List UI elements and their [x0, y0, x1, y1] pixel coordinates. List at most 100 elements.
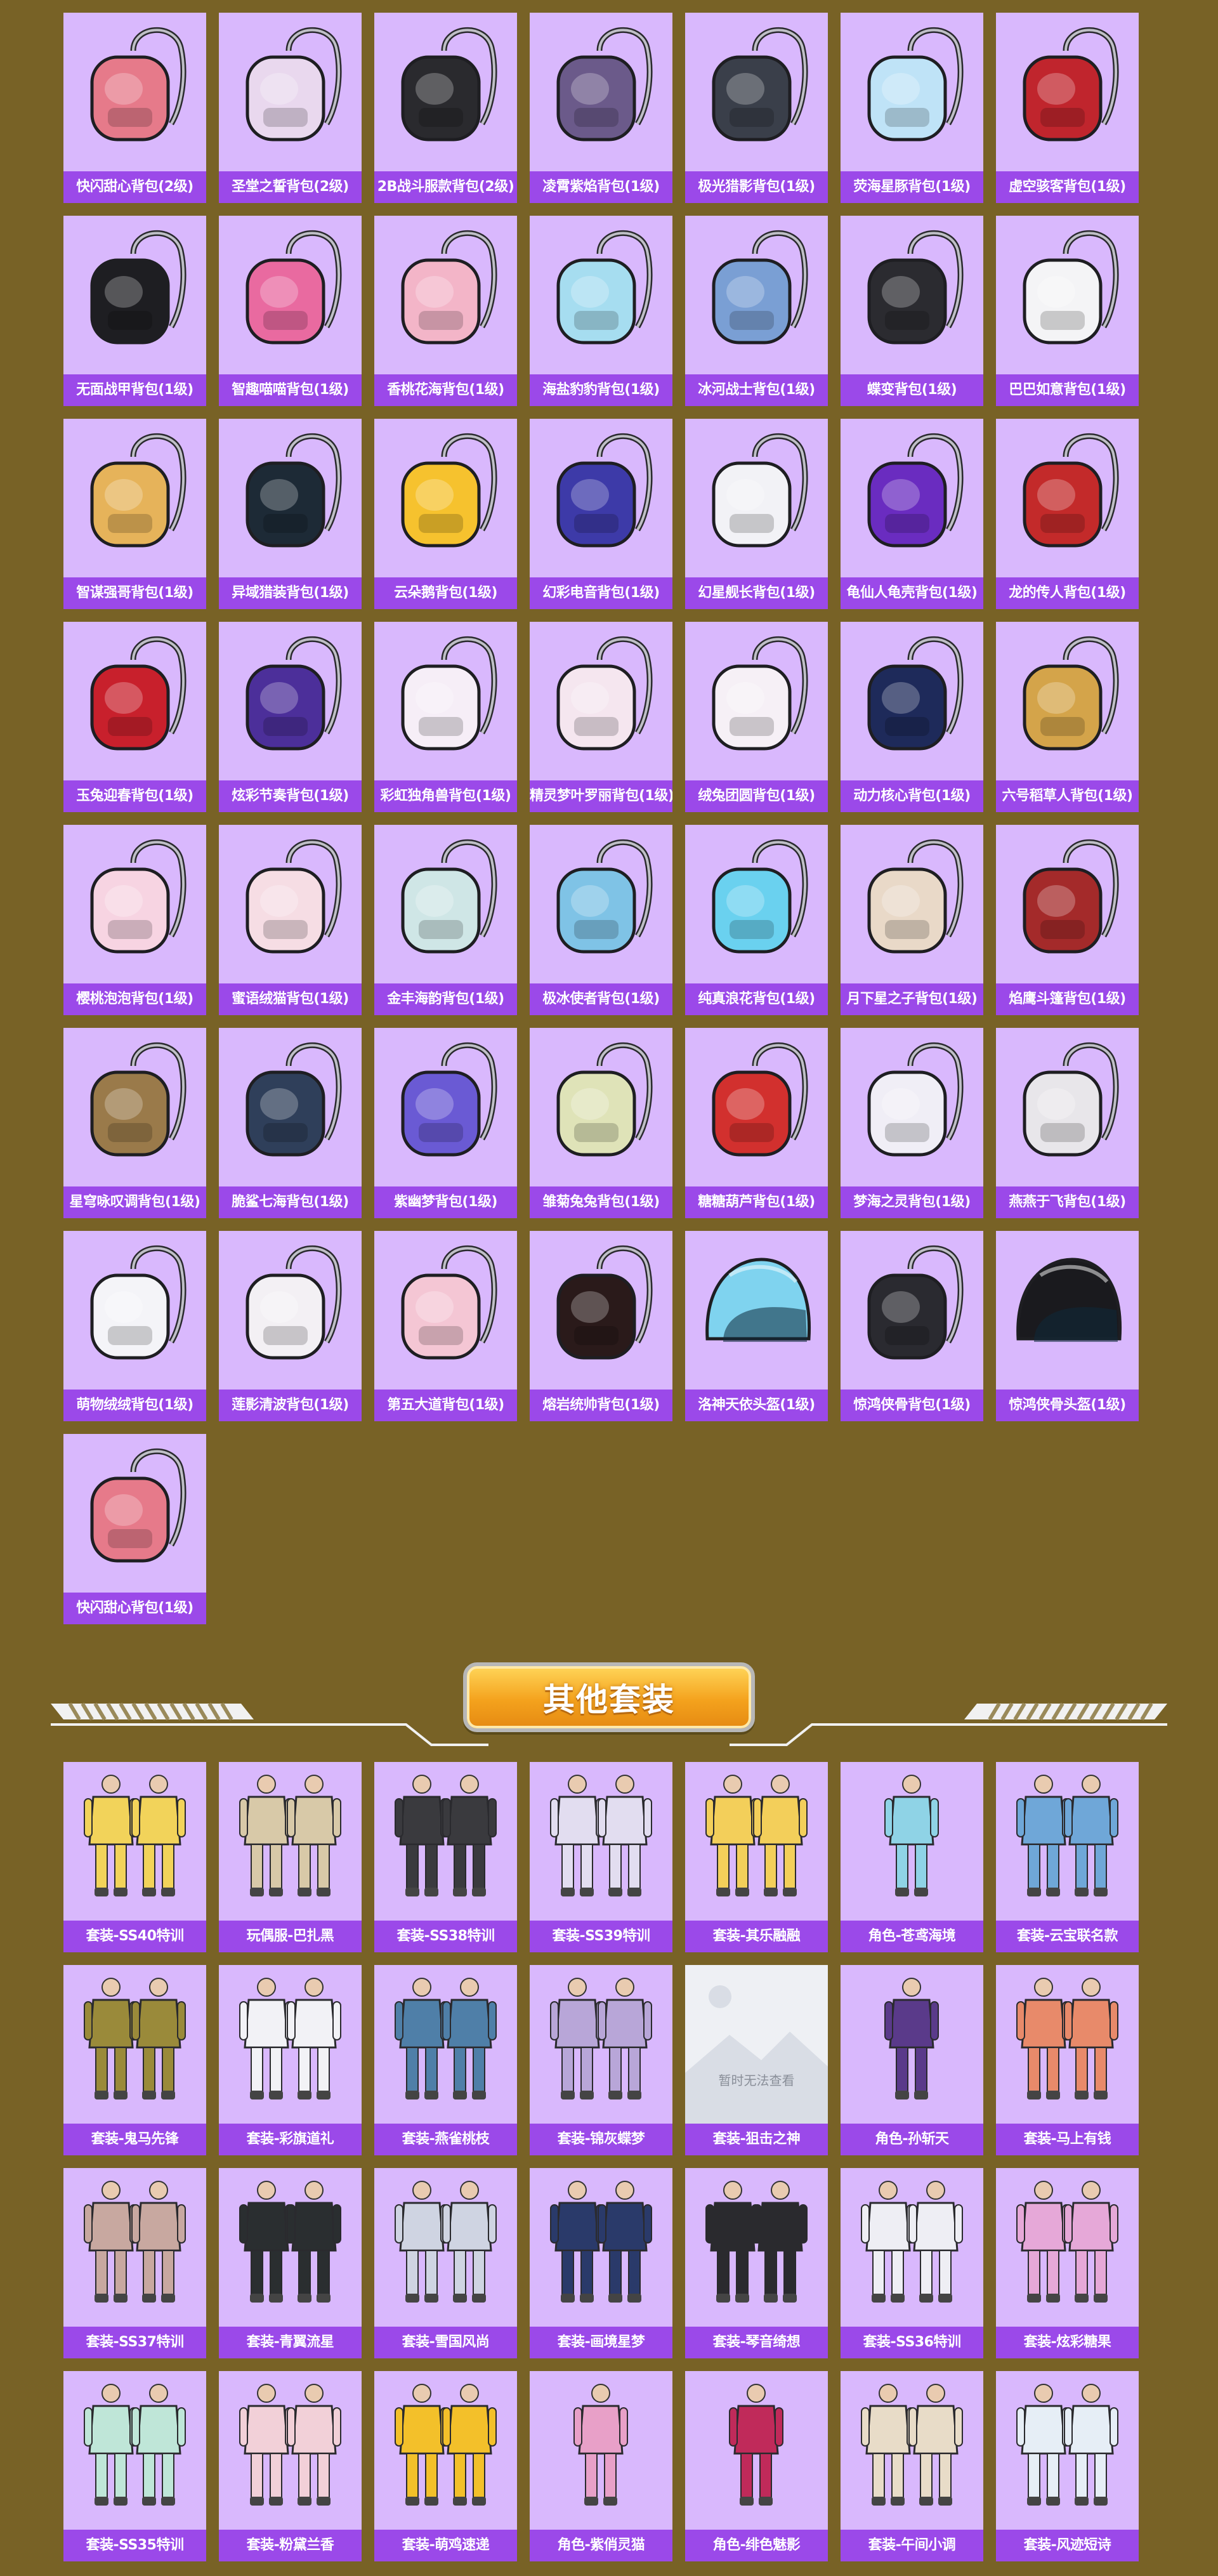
backpack-card[interactable]: 云朵鹅背包(1级)	[374, 419, 517, 609]
backpack-card[interactable]: 动力核心背包(1级)	[841, 622, 983, 812]
backpack-card[interactable]: 精灵梦叶罗丽背包(1级)	[530, 622, 672, 812]
backpack-card[interactable]: 樱桃泡泡背包(1级)	[63, 825, 206, 1015]
outfit-card[interactable]: 套装-SS35特训	[63, 2371, 206, 2561]
outfit-card[interactable]: 套装-风迹短诗	[996, 2371, 1139, 2561]
outfit-card[interactable]: 套装-SS40特训	[63, 1762, 206, 1952]
backpack-card[interactable]: 快闪甜心背包(2级)	[63, 13, 206, 203]
backpack-card[interactable]: 玉兔迎春背包(1级)	[63, 622, 206, 812]
backpack-icon	[685, 216, 828, 374]
item-name-label: 套装-萌鸡速递	[374, 2530, 517, 2561]
backpack-card[interactable]: 焰鹰斗篷背包(1级)	[996, 825, 1139, 1015]
outfit-card[interactable]: 套装-彩旗道礼	[219, 1965, 362, 2155]
backpack-card[interactable]: 萌物绒绒背包(1级)	[63, 1231, 206, 1421]
outfit-icon	[530, 2168, 672, 2327]
item-name-label: 套装-午间小调	[841, 2530, 983, 2561]
item-name-label: 角色-苍鸢海境	[841, 1921, 983, 1952]
backpack-card[interactable]: 雏菊兔兔背包(1级)	[530, 1028, 672, 1218]
backpack-card[interactable]: 熔岩统帅背包(1级)	[530, 1231, 672, 1421]
outfit-card[interactable]: 角色-孙斩天	[841, 1965, 983, 2155]
outfit-icon	[63, 2168, 206, 2327]
outfit-card[interactable]: 套装-SS38特训	[374, 1762, 517, 1952]
outfit-card[interactable]: 角色-紫俏灵猫	[530, 2371, 672, 2561]
backpack-card[interactable]: 第五大道背包(1级)	[374, 1231, 517, 1421]
backpack-card[interactable]: 惊鸿侠骨背包(1级)	[841, 1231, 983, 1421]
backpack-card[interactable]: 月下星之子背包(1级)	[841, 825, 983, 1015]
outfit-card[interactable]: 套装-萌鸡速递	[374, 2371, 517, 2561]
character-icon	[685, 2371, 828, 2530]
backpack-card[interactable]: 蜜语绒猫背包(1级)	[219, 825, 362, 1015]
outfit-card[interactable]: 套装-雪国风尚	[374, 2168, 517, 2358]
outfit-card[interactable]: 套装-琴音绮想	[685, 2168, 828, 2358]
outfit-card[interactable]: 套装-锦灰蝶梦	[530, 1965, 672, 2155]
backpack-card[interactable]: 彩虹独角兽背包(1级)	[374, 622, 517, 812]
backpack-card[interactable]: 幻彩电音背包(1级)	[530, 419, 672, 609]
backpack-card[interactable]: 龙的传人背包(1级)	[996, 419, 1139, 609]
backpack-card[interactable]: 脆鲨七海背包(1级)	[219, 1028, 362, 1218]
outfit-card[interactable]: 套装-鬼马先锋	[63, 1965, 206, 2155]
item-name-label: 玩偶服-巴扎黑	[219, 1921, 362, 1952]
backpack-icon	[374, 825, 517, 983]
backpack-card[interactable]: 极光猎影背包(1级)	[685, 13, 828, 203]
backpack-card[interactable]: 荧海星豚背包(1级)	[841, 13, 983, 203]
outfit-icon	[219, 2371, 362, 2530]
backpack-card[interactable]: 香桃花海背包(1级)	[374, 216, 517, 406]
backpack-card[interactable]: 糖糖葫芦背包(1级)	[685, 1028, 828, 1218]
backpack-card[interactable]: 无面战甲背包(1级)	[63, 216, 206, 406]
backpack-card[interactable]: 智趣喵喵背包(1级)	[219, 216, 362, 406]
outfit-card[interactable]: 套装-SS36特训	[841, 2168, 983, 2358]
outfit-card[interactable]: 套装-云宝联名款	[996, 1762, 1139, 1952]
outfit-card[interactable]: 套装-SS37特训	[63, 2168, 206, 2358]
backpack-card[interactable]: 炫彩节奏背包(1级)	[219, 622, 362, 812]
outfit-card[interactable]: 套装-马上有钱	[996, 1965, 1139, 2155]
backpack-icon	[530, 622, 672, 780]
item-name-label: 玉兔迎春背包(1级)	[63, 780, 206, 812]
backpack-card[interactable]: 2B战斗服款背包(2级)	[374, 13, 517, 203]
backpack-card[interactable]: 幻星舰长背包(1级)	[685, 419, 828, 609]
outfit-card[interactable]: 角色-绯色魅影	[685, 2371, 828, 2561]
backpack-card[interactable]: 快闪甜心背包(1级)	[63, 1434, 206, 1624]
backpack-card[interactable]: 巴巴如意背包(1级)	[996, 216, 1139, 406]
outfit-card[interactable]: 套装-画境星梦	[530, 2168, 672, 2358]
backpack-card[interactable]: 梦海之灵背包(1级)	[841, 1028, 983, 1218]
outfit-icon	[63, 1965, 206, 2124]
outfit-card[interactable]: 套装-SS39特训	[530, 1762, 672, 1952]
backpack-card[interactable]: 纯真浪花背包(1级)	[685, 825, 828, 1015]
outfit-icon	[63, 1762, 206, 1921]
item-name-label: 动力核心背包(1级)	[841, 780, 983, 812]
backpack-card[interactable]: 莲影清波背包(1级)	[219, 1231, 362, 1421]
outfit-card[interactable]: 套装-粉黛兰香	[219, 2371, 362, 2561]
backpack-card[interactable]: 蝶变背包(1级)	[841, 216, 983, 406]
backpack-card[interactable]: 智谋强哥背包(1级)	[63, 419, 206, 609]
backpack-card[interactable]: 冰河战士背包(1级)	[685, 216, 828, 406]
outfit-card[interactable]: 暂时无法查看 套装-狙击之神	[685, 1965, 828, 2155]
backpack-card[interactable]: 惊鸿侠骨头盔(1级)	[996, 1231, 1139, 1421]
backpack-card[interactable]: 极冰使者背包(1级)	[530, 825, 672, 1015]
item-name-label: 龙的传人背包(1级)	[996, 577, 1139, 609]
backpack-card[interactable]: 紫幽梦背包(1级)	[374, 1028, 517, 1218]
backpack-card[interactable]: 金丰海韵背包(1级)	[374, 825, 517, 1015]
outfit-card[interactable]: 套装-其乐融融	[685, 1762, 828, 1952]
item-name-label: 智趣喵喵背包(1级)	[219, 374, 362, 406]
backpack-icon	[530, 216, 672, 374]
backpack-card[interactable]: 海盐豹豹背包(1级)	[530, 216, 672, 406]
backpack-card[interactable]: 洛神天依头盔(1级)	[685, 1231, 828, 1421]
backpack-icon	[841, 1028, 983, 1186]
outfit-card[interactable]: 角色-苍鸢海境	[841, 1762, 983, 1952]
backpack-card[interactable]: 龟仙人龟壳背包(1级)	[841, 419, 983, 609]
backpack-card[interactable]: 六号稻草人背包(1级)	[996, 622, 1139, 812]
outfit-card[interactable]: 套装-青翼流星	[219, 2168, 362, 2358]
backpack-card[interactable]: 异域猎装背包(1级)	[219, 419, 362, 609]
backpack-card[interactable]: 绒兔团圆背包(1级)	[685, 622, 828, 812]
outfit-card[interactable]: 套装-午间小调	[841, 2371, 983, 2561]
outfit-card[interactable]: 套装-炫彩糖果	[996, 2168, 1139, 2358]
backpack-card[interactable]: 凌霄紫焰背包(1级)	[530, 13, 672, 203]
outfit-icon	[530, 1965, 672, 2124]
item-name-label: 焰鹰斗篷背包(1级)	[996, 983, 1139, 1015]
backpack-card[interactable]: 圣堂之誓背包(2级)	[219, 13, 362, 203]
backpack-card[interactable]: 星穹咏叹调背包(1级)	[63, 1028, 206, 1218]
outfit-card[interactable]: 玩偶服-巴扎黑	[219, 1762, 362, 1952]
mascot-suit-icon	[219, 1762, 362, 1921]
backpack-card[interactable]: 燕燕于飞背包(1级)	[996, 1028, 1139, 1218]
backpack-card[interactable]: 虚空骇客背包(1级)	[996, 13, 1139, 203]
outfit-card[interactable]: 套装-燕雀桃枝	[374, 1965, 517, 2155]
